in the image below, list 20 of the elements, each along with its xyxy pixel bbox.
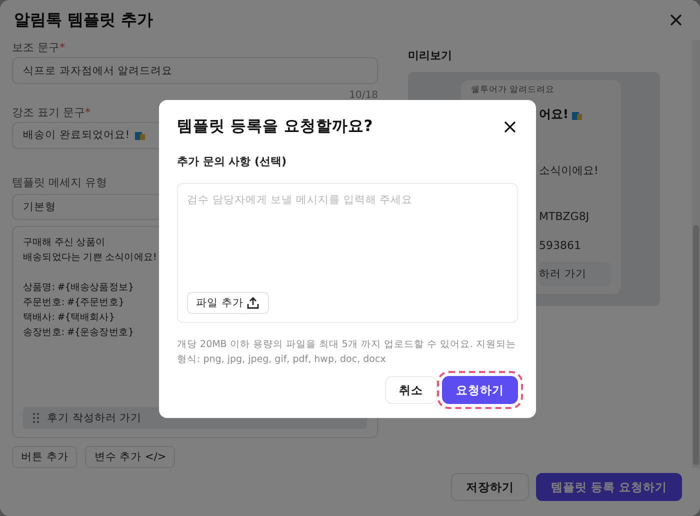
message-line: 상품명: #{배송상품정보} [23, 281, 134, 296]
preview-line: 593861 [539, 239, 582, 252]
field-label: 추가 문의 사항 (선택) [177, 154, 288, 169]
headline-text: 어요! [539, 106, 568, 123]
message-line: 택배사: #{택배회사} [23, 311, 114, 326]
preview-line: MTBZG8J [539, 210, 590, 223]
message-line: 송장번호: #{운송장번호} [23, 326, 134, 340]
preview-line: 소식이에요! [539, 163, 600, 178]
character-counter: 10/18 [349, 90, 378, 101]
sender-text: 쉘투어가 알려드려요 [471, 84, 556, 96]
dialog-title: 템플릿 등록을 요청할까요? [177, 116, 373, 137]
help-text: 개당 20MB 이하 용량의 파일을 최대 5개 까지 업로드할 수 있어요. 지원되는 형식: png, jpg, jpeg, gif, pdf, hwp, doc, docx [177, 338, 518, 367]
field-label: 템플릿 메세지 유형 [12, 174, 108, 190]
message-line: 배송되었다는 기쁜 소식이에요! [23, 251, 156, 266]
message-line: 주문번호: #{주문번호} [23, 296, 124, 310]
field-label: 강조 표기 문구* [12, 104, 92, 120]
field-label: 보조 문구* [12, 40, 66, 56]
message-line: 구매해 주신 상품이 [23, 236, 106, 250]
preview-title: 미리보기 [407, 48, 453, 64]
window-title: 알림톡 템플릿 추가 [14, 10, 154, 30]
